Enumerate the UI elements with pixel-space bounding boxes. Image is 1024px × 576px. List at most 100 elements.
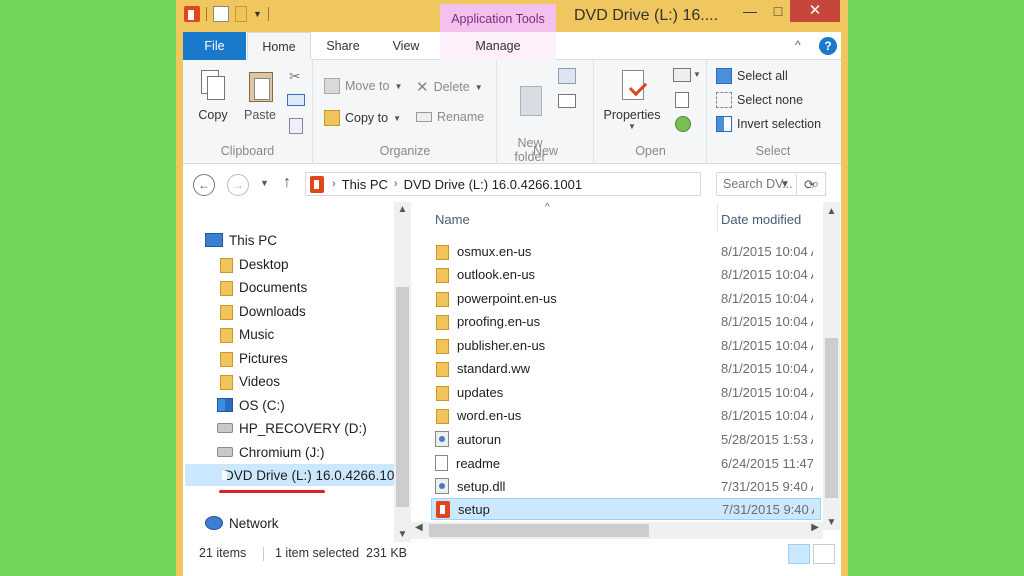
- file-row[interactable]: word.en-us 8/1/2015 10:04 A: [431, 404, 821, 426]
- customize-qat-icon[interactable]: ▼: [253, 9, 262, 19]
- nav-item-music[interactable]: Music: [219, 323, 274, 345]
- select-none-icon: [716, 92, 732, 108]
- file-row[interactable]: powerpoint.en-us 8/1/2015 10:04 A: [431, 287, 821, 309]
- nav-item-pictures[interactable]: Pictures: [219, 347, 288, 369]
- file-name: proofing.en-us: [457, 313, 541, 329]
- scroll-down-icon[interactable]: ▼: [394, 529, 411, 540]
- title-bar[interactable]: ▼ Application Tools DVD Drive (L:) 16...…: [176, 0, 848, 32]
- new-item-icon[interactable]: [558, 68, 576, 84]
- tab-home[interactable]: Home: [247, 32, 311, 60]
- invert-selection-button[interactable]: Invert selection: [716, 116, 821, 132]
- copy-label: Copy: [198, 108, 228, 122]
- maximize-button[interactable]: □: [764, 0, 792, 22]
- file-row-selected[interactable]: setup 7/31/2015 9:40 A: [431, 498, 821, 520]
- cut-icon[interactable]: ✂: [289, 68, 301, 85]
- move-to-button[interactable]: Move to ▼: [324, 78, 402, 94]
- nav-item-this-pc[interactable]: This PC: [205, 229, 277, 251]
- minimize-button[interactable]: —: [736, 0, 764, 22]
- copy-to-button[interactable]: Copy to ▼: [324, 110, 401, 126]
- nav-item-network[interactable]: Network: [205, 512, 279, 534]
- breadcrumb-current[interactable]: DVD Drive (L:) 16.0.4266.1001: [398, 177, 588, 192]
- properties-button[interactable]: Properties ▼: [599, 68, 665, 131]
- history-icon[interactable]: [675, 116, 691, 132]
- tab-file[interactable]: File: [183, 32, 246, 60]
- column-date-modified[interactable]: Date modified: [721, 212, 801, 227]
- paste-button[interactable]: Paste: [237, 68, 283, 122]
- nav-scrollbar[interactable]: ▲ ▼: [394, 202, 411, 542]
- help-button[interactable]: ?: [819, 37, 837, 55]
- address-bar[interactable]: › This PC › DVD Drive (L:) 16.0.4266.100…: [305, 172, 815, 196]
- file-row[interactable]: autorun 5/28/2015 1:53 A: [431, 428, 821, 450]
- breadcrumb-this-pc[interactable]: This PC: [336, 177, 394, 192]
- ribbon: Copy Paste ✂ Clipboard Move to ▼ Copy to…: [183, 60, 841, 164]
- file-date: 8/1/2015 10:04 A: [721, 407, 813, 423]
- tab-manage[interactable]: Manage: [440, 32, 556, 60]
- delete-button[interactable]: ✕ Delete ▼: [416, 78, 483, 96]
- file-row[interactable]: publisher.en-us 8/1/2015 10:04 A: [431, 334, 821, 356]
- collapse-ribbon-icon[interactable]: ^: [795, 38, 801, 52]
- scroll-up-icon[interactable]: ▲: [823, 206, 840, 217]
- tab-share[interactable]: Share: [315, 32, 371, 60]
- nav-item-documents[interactable]: Documents: [219, 276, 307, 298]
- scroll-left-icon[interactable]: ◀: [415, 522, 423, 533]
- column-name[interactable]: Name: [435, 212, 470, 227]
- nav-item-chromium[interactable]: Chromium (J:): [217, 441, 325, 463]
- copy-path-icon[interactable]: [287, 94, 305, 106]
- properties-qat-icon[interactable]: [213, 6, 229, 22]
- vertical-scroll-thumb[interactable]: [825, 338, 838, 498]
- status-separator: [263, 547, 264, 561]
- file-row[interactable]: standard.ww 8/1/2015 10:04 A: [431, 357, 821, 379]
- item-count: 21 items: [199, 546, 247, 560]
- file-date: 8/1/2015 10:04 A: [721, 266, 813, 282]
- nav-item-downloads[interactable]: Downloads: [219, 300, 306, 322]
- file-list-horizontal-scrollbar[interactable]: ◀ ▶: [411, 522, 823, 539]
- rename-icon: [416, 112, 432, 122]
- nav-item-label: Pictures: [239, 350, 288, 366]
- file-name: updates: [457, 384, 504, 400]
- new-folder-qat-icon[interactable]: [235, 6, 247, 22]
- back-button[interactable]: ←: [193, 174, 215, 196]
- select-all-button[interactable]: Select all: [716, 68, 788, 84]
- open-icon[interactable]: [673, 68, 691, 82]
- details-view-button[interactable]: [788, 544, 810, 564]
- file-row[interactable]: updates 8/1/2015 10:04 A: [431, 381, 821, 403]
- forward-button[interactable]: →: [227, 174, 249, 196]
- file-date: 8/1/2015 10:04 A: [721, 360, 813, 376]
- scroll-right-icon[interactable]: ▶: [811, 522, 819, 533]
- edit-icon[interactable]: [675, 92, 689, 108]
- file-row[interactable]: outlook.en-us 8/1/2015 10:04 A: [431, 263, 821, 285]
- horizontal-scroll-thumb[interactable]: [429, 524, 649, 537]
- column-divider[interactable]: [717, 204, 718, 232]
- file-row[interactable]: osmux.en-us 8/1/2015 10:04 A: [431, 240, 821, 262]
- recent-locations-icon[interactable]: ▼: [260, 178, 269, 188]
- close-button[interactable]: ✕: [790, 0, 840, 22]
- chevron-down-icon[interactable]: ▼: [693, 70, 701, 79]
- rename-button[interactable]: Rename: [416, 110, 484, 124]
- dll-file-icon: [435, 478, 449, 494]
- file-row[interactable]: readme 6/24/2015 11:47: [431, 452, 821, 474]
- nav-item-os-c[interactable]: OS (C:): [217, 394, 285, 416]
- file-row[interactable]: proofing.en-us 8/1/2015 10:04 A: [431, 310, 821, 332]
- file-name: setup: [458, 501, 490, 517]
- file-list-vertical-scrollbar[interactable]: ▲ ▼: [823, 202, 840, 530]
- easy-access-icon[interactable]: [558, 94, 576, 108]
- drive-icon: [217, 447, 233, 457]
- file-date: 8/1/2015 10:04 A: [721, 337, 813, 353]
- nav-item-desktop[interactable]: Desktop: [219, 253, 289, 275]
- paste-shortcut-icon[interactable]: [289, 118, 303, 134]
- delete-icon: ✕: [416, 79, 429, 96]
- nav-item-videos[interactable]: Videos: [219, 370, 280, 392]
- nav-scroll-thumb[interactable]: [396, 287, 409, 507]
- copy-button[interactable]: Copy: [191, 68, 235, 122]
- up-button[interactable]: ↑: [283, 174, 291, 192]
- search-box[interactable]: Search DV... ⌕: [716, 172, 826, 196]
- large-icons-view-button[interactable]: [813, 544, 835, 564]
- select-none-button[interactable]: Select none: [716, 92, 803, 108]
- nav-item-hp-recovery[interactable]: HP_RECOVERY (D:): [217, 417, 367, 439]
- nav-item-dvd-drive[interactable]: DVD Drive (L:) 16.0.4266.10: [185, 464, 394, 486]
- scroll-up-icon[interactable]: ▲: [394, 204, 411, 215]
- tab-view[interactable]: View: [379, 32, 433, 60]
- scroll-down-icon[interactable]: ▼: [823, 517, 840, 528]
- move-to-icon: [324, 78, 340, 94]
- file-row[interactable]: setup.dll 7/31/2015 9:40 A: [431, 475, 821, 497]
